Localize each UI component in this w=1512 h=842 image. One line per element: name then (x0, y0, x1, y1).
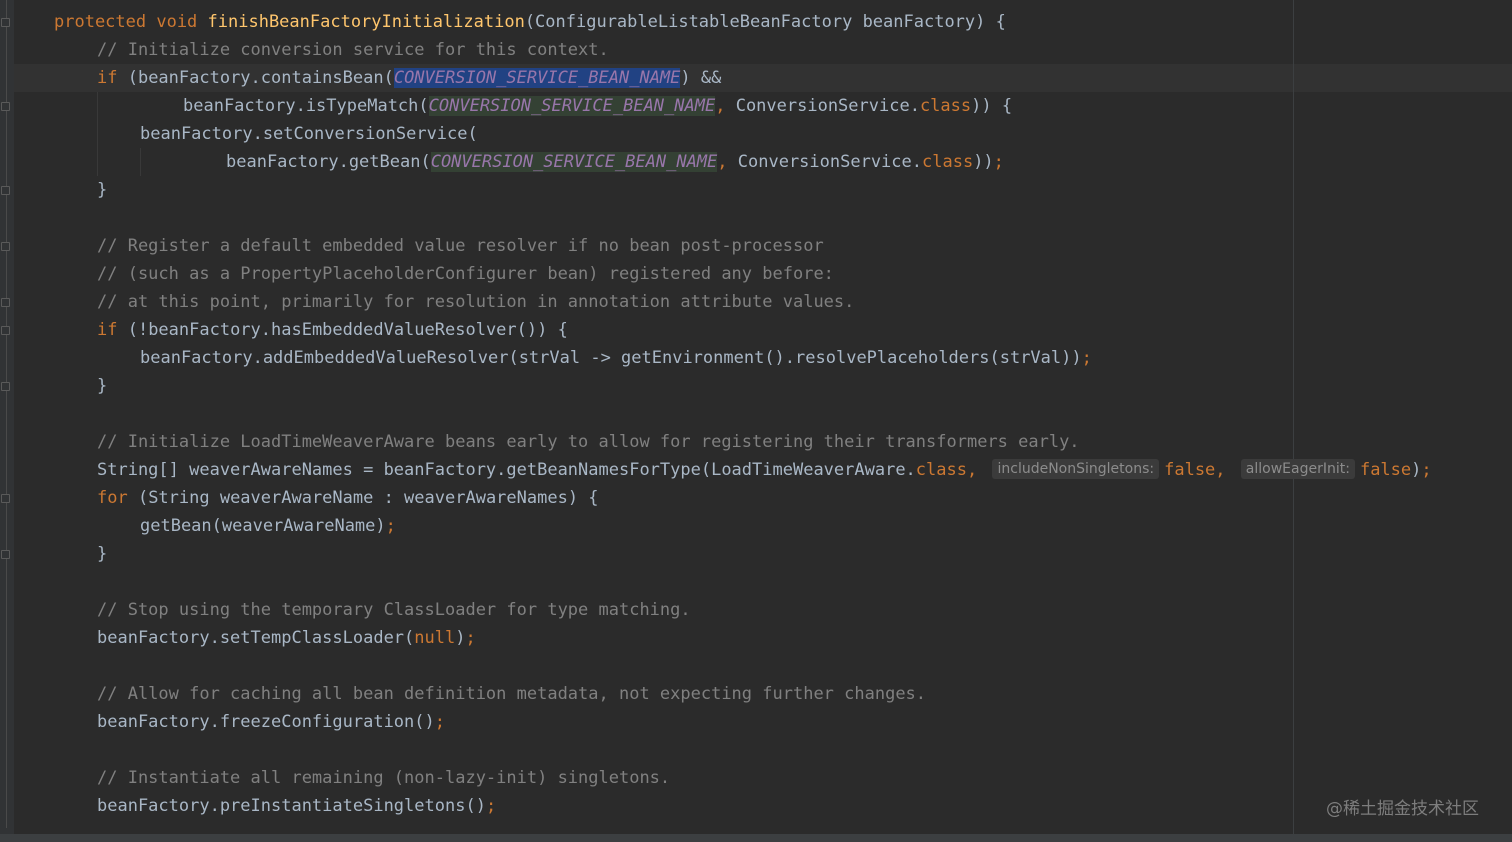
comma: , (715, 96, 726, 116)
code-text: beanFactory.addEmbeddedValueResolver(str… (140, 348, 1082, 368)
comma: , (1215, 460, 1226, 480)
bottom-bar (0, 834, 1512, 842)
code-text: (beanFactory.containsBean( (117, 68, 394, 88)
parameter-hint: allowEagerInit: (1240, 459, 1355, 479)
comment: // at this point, primarily for resoluti… (97, 292, 855, 312)
keyword: for (97, 488, 128, 508)
code-text: ) (1411, 460, 1422, 480)
keyword: false (1359, 460, 1412, 480)
code-line: beanFactory.isTypeMatch(CONVERSION_SERVI… (183, 92, 1012, 120)
parameter-hint: includeNonSingletons: (992, 459, 1160, 479)
comment: // Stop using the temporary ClassLoader … (97, 600, 691, 620)
selected-constant[interactable]: CONVERSION_SERVICE_BEAN_NAME (393, 68, 681, 88)
code-line: beanFactory.preInstantiateSingletons(); (97, 792, 496, 820)
comment: // Initialize conversion service for thi… (97, 40, 609, 60)
code-text: beanFactory.isTypeMatch( (183, 96, 429, 116)
code-text: (!beanFactory.hasEmbeddedValueResolver()… (117, 320, 568, 340)
code-line: for (String weaverAwareName : weaverAwar… (97, 484, 599, 512)
semicolon: ; (465, 628, 476, 648)
code-line: if (!beanFactory.hasEmbeddedValueResolve… (97, 316, 568, 344)
code-text: beanFactory.preInstantiateSingletons() (97, 796, 486, 816)
code-text: beanFactory.getBean( (226, 152, 431, 172)
watermark: @稀土掘金技术社区 (1326, 799, 1479, 819)
keyword: false (1164, 460, 1216, 480)
code-line: beanFactory.setConversionService( (140, 124, 478, 144)
semicolon: ; (434, 712, 446, 732)
code-text: )) (973, 152, 994, 172)
comma: , (717, 152, 728, 172)
comment: // Initialize LoadTimeWeaverAware beans … (97, 432, 1080, 452)
code-line: getBean(weaverAwareName); (140, 512, 396, 540)
code-line: protected void finishBeanFactoryInitiali… (54, 8, 1006, 36)
comment: // Allow for caching all bean definition… (97, 684, 927, 704)
close-brace: } (97, 544, 108, 564)
comma: , (966, 460, 978, 480)
code-line: if (beanFactory.containsBean(CONVERSION_… (97, 64, 721, 92)
semicolon: ; (1081, 348, 1092, 368)
constant-occurrence: CONVERSION_SERVICE_BEAN_NAME (430, 152, 718, 172)
close-brace: } (97, 180, 108, 200)
comment: // Register a default embedded value res… (97, 236, 824, 256)
keyword: class (915, 460, 967, 480)
params: (ConfigurableListableBeanFactory beanFac… (524, 12, 1006, 32)
code-text: (String weaverAwareName : weaverAwareNam… (127, 488, 599, 508)
code-line: beanFactory.getBean(CONVERSION_SERVICE_B… (226, 148, 1004, 176)
keyword: if (97, 320, 118, 340)
semicolon: ; (485, 796, 497, 816)
keyword: class (922, 152, 974, 172)
code-line: String[] weaverAwareNames = beanFactory.… (97, 456, 1432, 484)
code-text: getBean(weaverAwareName) (140, 516, 386, 536)
close-brace: } (97, 376, 108, 396)
code-editor[interactable]: protected void finishBeanFactoryInitiali… (0, 0, 1512, 842)
keyword: if (97, 68, 118, 88)
semicolon: ; (1421, 460, 1432, 480)
comment: // Instantiate all remaining (non-lazy-i… (97, 768, 671, 788)
semicolon: ; (385, 516, 396, 536)
code-text: beanFactory.freezeConfiguration() (97, 712, 435, 732)
code-text: String[] weaverAwareNames = beanFactory.… (97, 460, 916, 480)
code-text: beanFactory.setTempClassLoader( (97, 628, 415, 648)
code-text: ) (455, 628, 466, 648)
code-line: beanFactory.addEmbeddedValueResolver(str… (140, 344, 1092, 372)
method-name: finishBeanFactoryInitialization (207, 12, 525, 32)
code-text: )) { (971, 96, 1013, 116)
code-text: ConversionService. (725, 96, 920, 116)
keyword: protected void (54, 12, 208, 32)
comment: // (such as a PropertyPlaceholderConfigu… (97, 264, 834, 284)
code-text: ConversionService. (727, 152, 922, 172)
code-text: ) && (680, 68, 722, 88)
keyword: class (919, 96, 972, 116)
semicolon: ; (993, 152, 1004, 172)
constant-occurrence: CONVERSION_SERVICE_BEAN_NAME (428, 96, 716, 116)
keyword: null (414, 628, 456, 648)
code-line: beanFactory.setTempClassLoader(null); (97, 624, 476, 652)
code-line: beanFactory.freezeConfiguration(); (97, 708, 445, 736)
